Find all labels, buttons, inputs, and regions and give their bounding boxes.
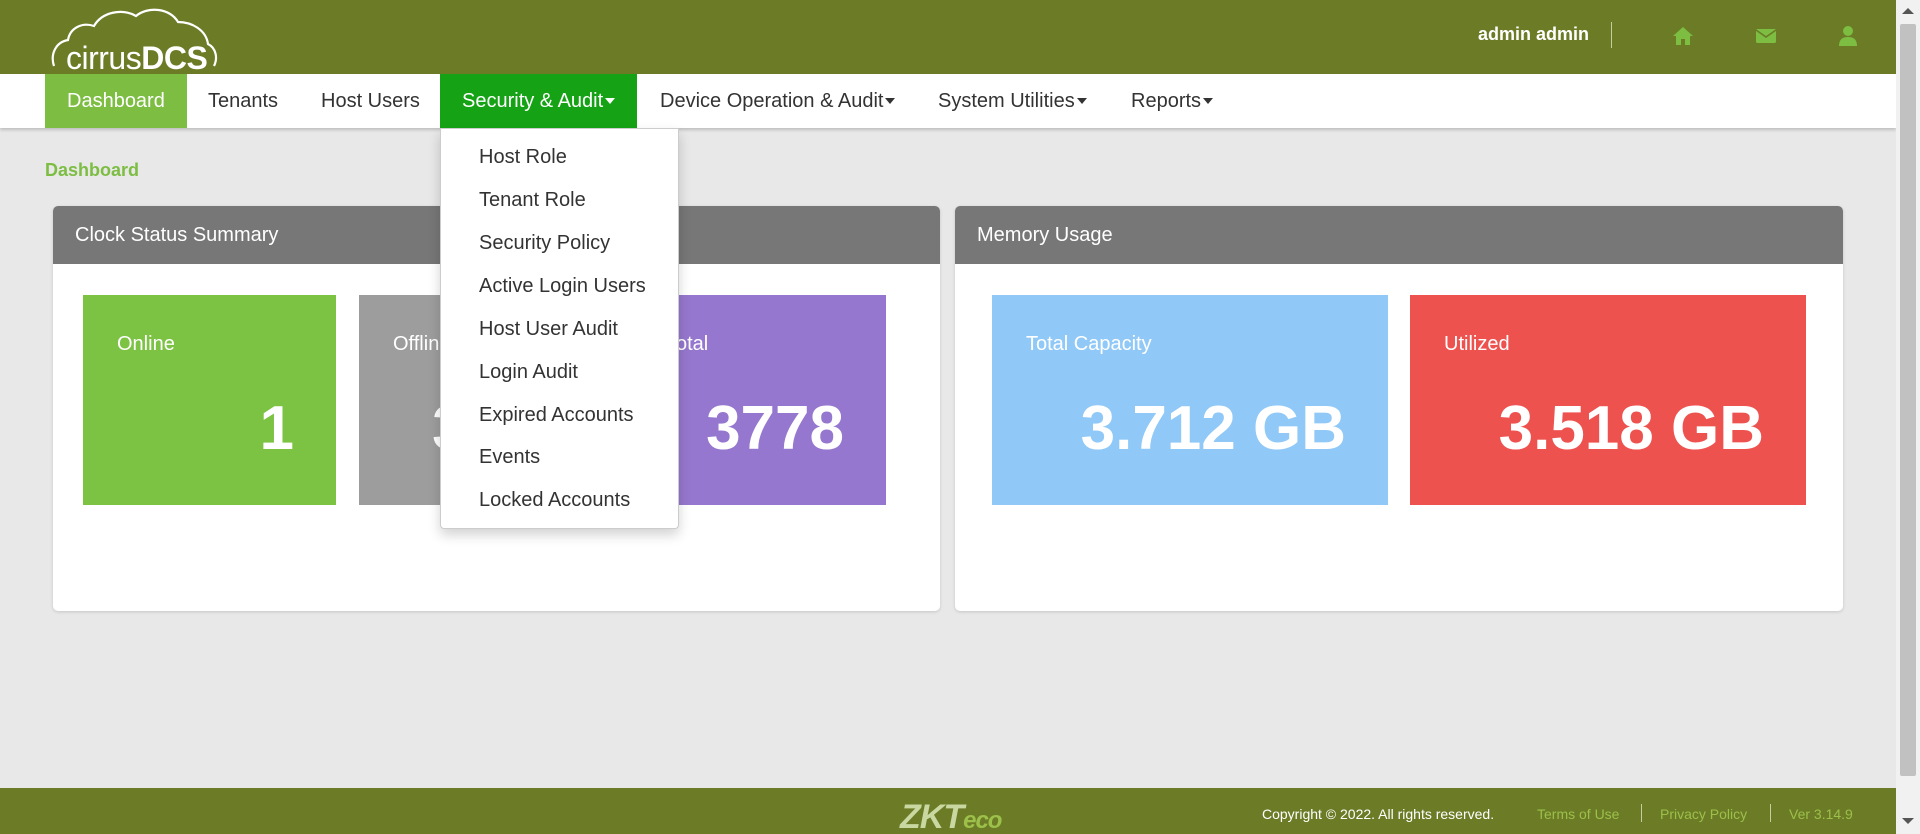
copyright-text: Copyright © 2022. All rights reserved. [1262,806,1495,822]
vertical-scrollbar[interactable] [1896,0,1920,834]
online-tile: Online 1 [83,295,336,505]
footer: ZKTeco Copyright © 2022. All rights rese… [0,788,1896,834]
menu-item-host-user-audit[interactable]: Host User Audit [479,318,618,341]
total-capacity-tile: Total Capacity 3.712 GB [992,295,1388,505]
nav-device-operation-audit[interactable]: Device Operation & Audit [638,74,917,128]
scrollbar-thumb[interactable] [1900,24,1916,776]
menu-item-tenant-role[interactable]: Tenant Role [479,189,586,212]
caret-down-icon [885,97,896,104]
tile-value: 1 [259,394,294,463]
menu-item-expired-accounts[interactable]: Expired Accounts [479,404,634,427]
nav-device-operation-audit-label: Device Operation & Audit [660,90,884,112]
nav-reports[interactable]: Reports [1109,74,1235,128]
nav-reports-label: Reports [1131,90,1202,112]
cirrus-dcs-logo[interactable]: cirrusDCS [48,4,218,76]
header-divider [1611,22,1612,48]
caret-down-icon [1076,97,1087,104]
envelope-icon[interactable] [1754,24,1778,48]
menu-item-events[interactable]: Events [479,446,540,469]
nav-system-utilities[interactable]: System Utilities [916,74,1109,128]
memory-usage-panel-title: Memory Usage [955,206,1843,264]
scroll-down-arrow-icon[interactable] [1902,818,1914,824]
breadcrumb[interactable]: Dashboard [45,160,139,181]
terms-of-use-link[interactable]: Terms of Use [1537,806,1619,822]
menu-item-active-login-users[interactable]: Active Login Users [479,275,646,298]
nav-dashboard[interactable]: Dashboard [45,74,187,128]
tile-value: 3.712 GB [1080,394,1346,463]
home-icon[interactable] [1671,24,1695,48]
caret-down-icon [605,97,616,104]
nav-tenants[interactable]: Tenants [186,74,300,128]
security-audit-dropdown: Host Role Tenant Role Security Policy Ac… [440,128,679,529]
tile-value: 3778 [706,394,844,463]
privacy-policy-link[interactable]: Privacy Policy [1660,806,1747,822]
nav-security-audit[interactable]: Security & Audit [440,74,638,128]
tile-value: 3.518 GB [1498,394,1764,463]
utilized-tile: Utilized 3.518 GB [1410,295,1806,505]
scroll-up-arrow-icon[interactable] [1902,8,1914,14]
caret-down-icon [1203,97,1214,104]
main-navbar: Dashboard Tenants Host Users Security & … [0,74,1896,128]
user-icon[interactable] [1836,24,1860,48]
nav-system-utilities-label: System Utilities [938,90,1075,112]
zkteco-logo: ZKTeco [900,798,1002,834]
user-name[interactable]: admin admin [1478,24,1589,45]
footer-divider [1770,804,1771,822]
tile-label: Utilized [1444,333,1510,355]
menu-item-security-policy[interactable]: Security Policy [479,232,610,255]
version-text: Ver 3.14.9 [1789,806,1853,822]
logo-text: cirrusDCS [66,40,208,76]
top-header: cirrusDCS admin admin [0,0,1896,76]
menu-item-locked-accounts[interactable]: Locked Accounts [479,489,630,512]
tile-label: Total Capacity [1026,333,1152,355]
menu-item-host-role[interactable]: Host Role [479,146,567,169]
menu-item-login-audit[interactable]: Login Audit [479,361,578,384]
footer-divider [1641,804,1642,822]
nav-security-audit-label: Security & Audit [462,90,604,112]
nav-host-users[interactable]: Host Users [299,74,442,128]
tile-label: Online [117,333,175,355]
